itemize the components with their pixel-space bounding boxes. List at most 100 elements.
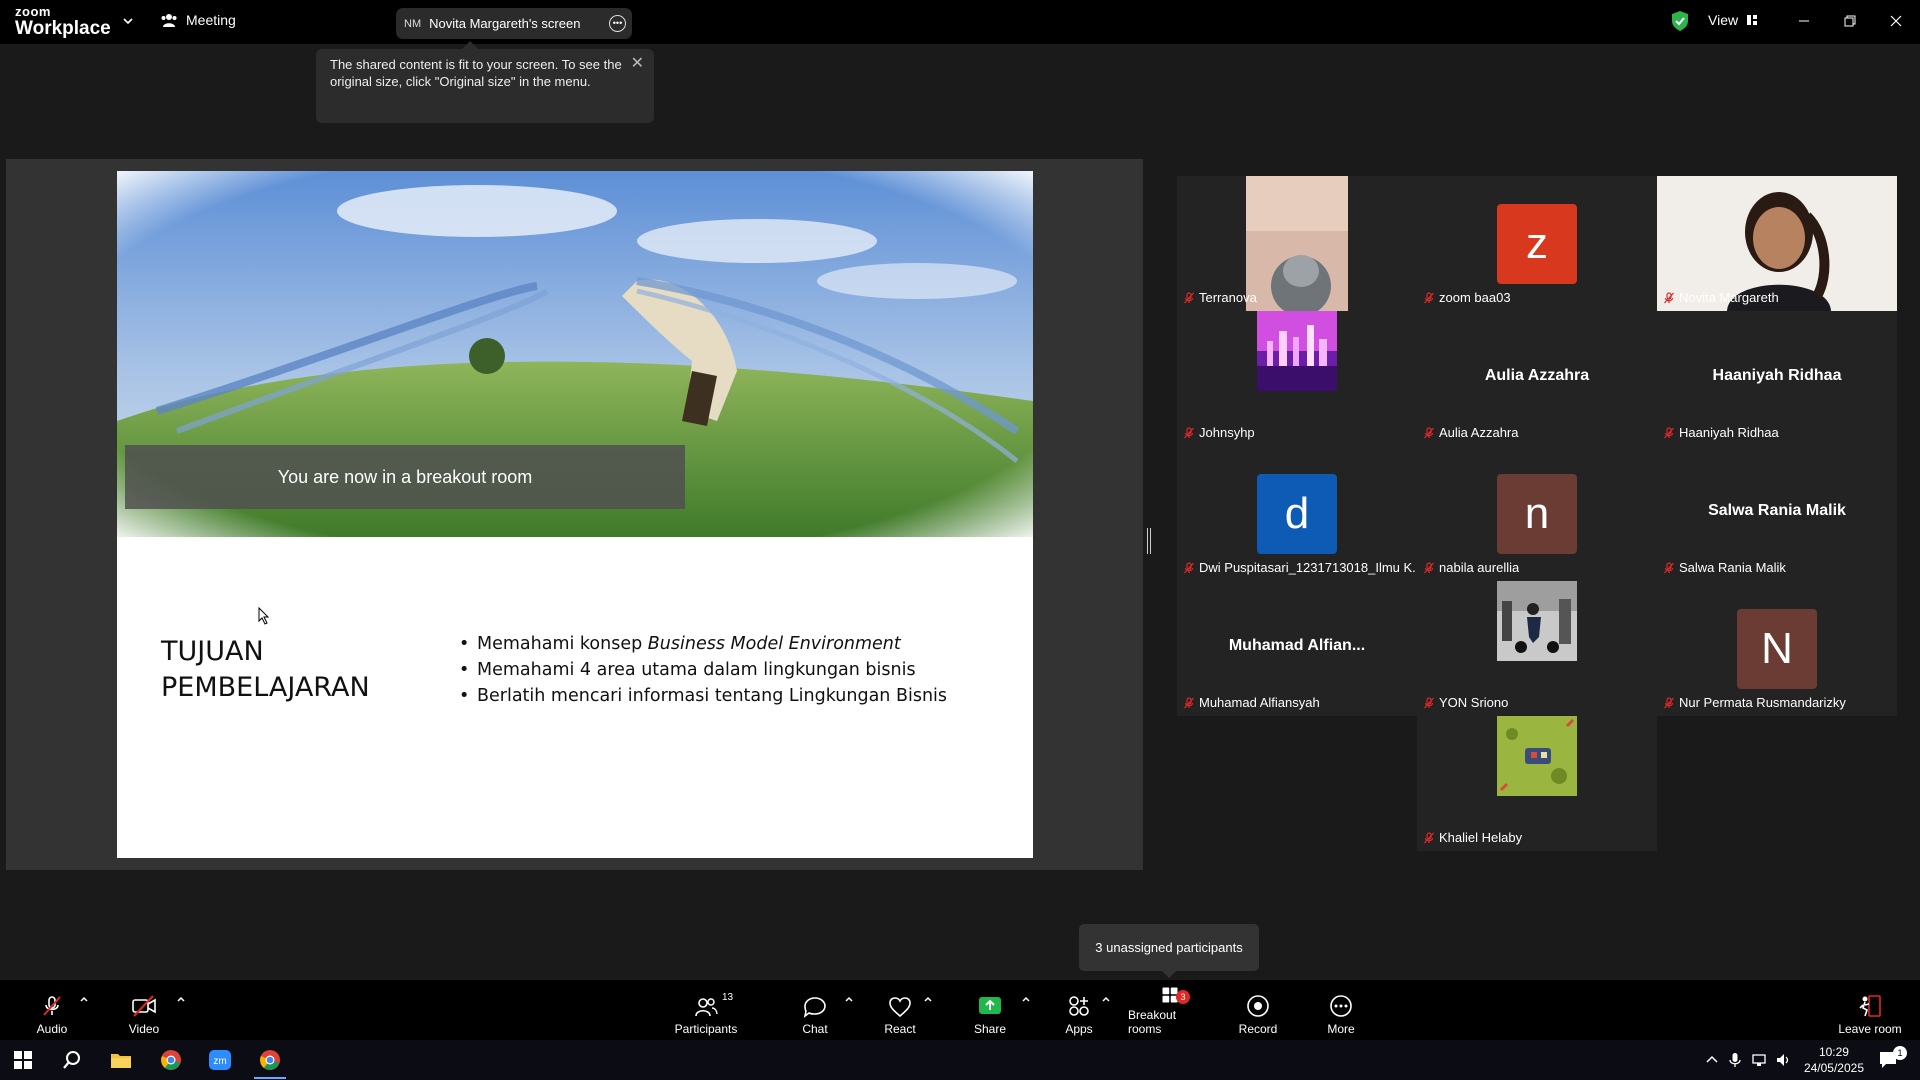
- file-explorer-button[interactable]: [101, 1045, 141, 1075]
- participant-name: YON Sriono: [1439, 695, 1509, 710]
- muted-mic-icon: [1664, 426, 1674, 438]
- muted-mic-icon: [1184, 291, 1194, 303]
- security-shield-icon[interactable]: [1670, 10, 1690, 32]
- participant-display-name: Muhamad Alfian...: [1228, 637, 1366, 654]
- mouse-cursor-icon: [258, 607, 270, 625]
- more-button[interactable]: More: [1301, 986, 1381, 1036]
- breakout-rooms-button[interactable]: Breakout rooms: [1128, 986, 1212, 1036]
- participant-tile[interactable]: Novita Margareth: [1657, 176, 1897, 311]
- participants-label: Participants: [674, 1022, 738, 1036]
- chevron-down-icon[interactable]: [122, 15, 134, 27]
- view-label: View: [1708, 12, 1739, 28]
- close-icon[interactable]: ✕: [631, 55, 644, 72]
- participant-name: Nur Permata Rusmandarizky: [1679, 695, 1846, 710]
- chevron-up-icon[interactable]: [1021, 994, 1031, 1004]
- volume-icon[interactable]: [1775, 1052, 1791, 1068]
- participant-name: Khaliel Helaby: [1439, 830, 1523, 845]
- more-options-icon[interactable]: •••: [609, 15, 626, 32]
- participant-tile[interactable]: z zoom baa03: [1417, 176, 1657, 311]
- participant-tile[interactable]: d Dwi Puspitasari_1231713018_Ilmu K...: [1177, 446, 1417, 581]
- chat-button[interactable]: Chat: [775, 986, 855, 1036]
- chat-label: Chat: [802, 1022, 828, 1036]
- meeting-menu[interactable]: Meeting: [160, 12, 236, 28]
- search-button[interactable]: [52, 1045, 92, 1075]
- chrome-icon: [161, 1050, 181, 1070]
- participant-tile[interactable]: Muhamad Alfian... Muhamad Alfiansyah: [1177, 581, 1417, 716]
- participant-tile[interactable]: Salwa Rania Malik Salwa Rania Malik: [1657, 446, 1897, 581]
- participant-name: Johnsyhp: [1199, 425, 1255, 440]
- chrome-active-button[interactable]: [250, 1045, 290, 1079]
- chevron-up-icon[interactable]: [79, 994, 89, 1004]
- fit-screen-tooltip: The shared content is fit to your screen…: [316, 41, 654, 123]
- video-label: Video: [128, 1022, 160, 1036]
- system-clock[interactable]: 10:29 24/05/2025: [1804, 1044, 1864, 1076]
- sharer-initials: NM: [404, 17, 422, 30]
- close-icon: [1890, 15, 1902, 27]
- participant-name-caption: nabila aurellia: [1423, 560, 1519, 575]
- zoom-workplace-logo[interactable]: zoom Workplace: [15, 5, 111, 38]
- chrome-button[interactable]: [151, 1045, 191, 1075]
- zoom-window: zoom Workplace Meeting NM Novita Margare…: [0, 0, 1920, 1080]
- participant-name-caption: zoom baa03: [1423, 290, 1511, 305]
- notifications-button[interactable]: 1: [1868, 1045, 1908, 1075]
- participant-name: nabila aurellia: [1439, 560, 1520, 575]
- chevron-up-icon[interactable]: [1704, 1052, 1720, 1068]
- participant-tile[interactable]: n nabila aurellia: [1417, 446, 1657, 581]
- participant-name-caption: Salwa Rania Malik: [1663, 560, 1786, 575]
- video-button[interactable]: Video: [104, 986, 184, 1036]
- close-button[interactable]: [1878, 8, 1914, 34]
- participant-tile[interactable]: Haaniyah Ridhaa Haaniyah Ridhaa: [1657, 311, 1897, 446]
- participant-tile[interactable]: Terranova: [1177, 176, 1417, 311]
- record-label: Record: [1238, 1022, 1278, 1036]
- minimize-button[interactable]: [1786, 8, 1822, 34]
- clock-time: 10:29: [1818, 1045, 1849, 1059]
- grid-view-icon: [1747, 15, 1758, 25]
- participants-button[interactable]: Participants: [666, 986, 746, 1036]
- participant-name: Salwa Rania Malik: [1679, 560, 1786, 575]
- view-button[interactable]: View: [1708, 12, 1758, 28]
- muted-mic-icon: [1664, 561, 1674, 573]
- slide-bullet: Memahami 4 area utama dalam lingkungan b…: [457, 657, 947, 683]
- screen-share-pill[interactable]: NM Novita Margareth's screen •••: [396, 8, 632, 39]
- screen-share-label: Novita Margareth's screen: [429, 16, 581, 31]
- record-icon: [1247, 995, 1269, 1017]
- participant-avatar: N: [1737, 609, 1817, 689]
- tooltip-text: The shared content is fit to your screen…: [330, 57, 622, 89]
- participant-name-caption: Muhamad Alfiansyah: [1183, 695, 1320, 710]
- participants-count: 13: [722, 992, 734, 1003]
- restore-button[interactable]: [1832, 8, 1868, 34]
- participant-gallery: Terranova z zoom baa03 Novita Margareth John…: [1177, 176, 1897, 851]
- participant-tile[interactable]: Aulia Azzahra Aulia Azzahra: [1417, 311, 1657, 446]
- brand-line1: zoom: [15, 4, 51, 19]
- share-button[interactable]: Share: [950, 986, 1030, 1036]
- leave-room-icon: [1859, 995, 1881, 1017]
- participant-avatar: d: [1257, 474, 1337, 554]
- participant-tile[interactable]: YON Sriono: [1417, 581, 1657, 716]
- panel-resize-handle[interactable]: [1147, 528, 1151, 554]
- breakout-badge: 3: [1176, 990, 1190, 1004]
- leave-room-button[interactable]: Leave room: [1830, 986, 1910, 1036]
- chevron-up-icon[interactable]: [923, 994, 933, 1004]
- participant-tile[interactable]: Johnsyhp: [1177, 311, 1417, 446]
- start-button[interactable]: [3, 1045, 43, 1075]
- participant-tile[interactable]: Khaliel Helaby: [1417, 716, 1657, 851]
- participant-name-caption: Nur Permata Rusmandarizky: [1663, 695, 1846, 710]
- record-button[interactable]: Record: [1218, 986, 1298, 1036]
- microphone-icon[interactable]: [1727, 1052, 1743, 1068]
- chevron-up-icon[interactable]: [176, 994, 186, 1004]
- muted-mic-icon: [1664, 696, 1674, 708]
- chevron-up-icon[interactable]: [1101, 994, 1111, 1004]
- search-icon: [63, 1051, 80, 1069]
- participant-tile[interactable]: N Nur Permata Rusmandarizky: [1657, 581, 1897, 716]
- more-label: More: [1327, 1022, 1355, 1036]
- muted-mic-icon: [1424, 561, 1434, 573]
- zoom-app-button[interactable]: zm: [200, 1045, 240, 1075]
- slide-title: TUJUAN PEMBELAJARAN: [161, 636, 370, 703]
- network-icon[interactable]: [1751, 1052, 1767, 1068]
- participant-display-name: Aulia Azzahra: [1484, 367, 1590, 384]
- participant-video: [1246, 176, 1348, 311]
- chrome-icon: [260, 1050, 280, 1070]
- chevron-up-icon[interactable]: [844, 994, 854, 1004]
- participant-display-name: Haaniyah Ridhaa: [1712, 367, 1842, 384]
- participant-name-caption: Dwi Puspitasari_1231713018_Ilmu K...: [1183, 560, 1415, 575]
